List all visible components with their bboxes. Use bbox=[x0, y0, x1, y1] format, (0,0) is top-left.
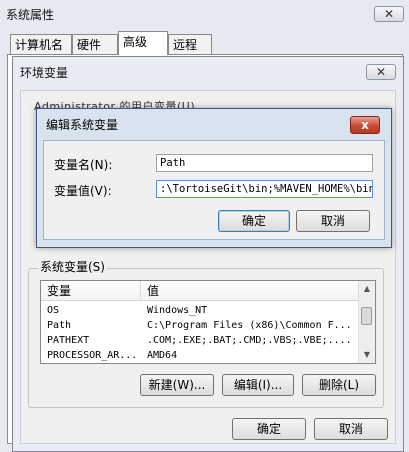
window-title: 系统属性 bbox=[6, 8, 55, 22]
env-cancel-button[interactable]: 取消 bbox=[314, 418, 388, 440]
edit-cancel-button[interactable]: 取消 bbox=[296, 210, 370, 232]
edit-button[interactable]: 编辑(I)... bbox=[222, 374, 294, 396]
new-button[interactable]: 新建(W)... bbox=[140, 374, 214, 396]
column-header-variable[interactable]: 变量 bbox=[41, 281, 141, 301]
env-ok-button[interactable]: 确定 bbox=[232, 418, 306, 440]
system-variables-label: 系统变量(S) bbox=[38, 258, 107, 275]
scroll-up-icon[interactable]: ▲ bbox=[359, 281, 375, 297]
variable-name-input[interactable]: Path bbox=[156, 154, 373, 172]
row-value: Windows_NT bbox=[147, 305, 208, 316]
table-row[interactable]: PROCESSOR_AR... AMD64 bbox=[41, 348, 361, 363]
env-close-icon[interactable]: ✕ bbox=[366, 64, 396, 80]
edit-close-icon[interactable]: x bbox=[350, 116, 380, 134]
variable-name-label: 变量名(N): bbox=[54, 158, 113, 172]
table-row[interactable]: PATHEXT .COM;.EXE;.BAT;.CMD;.VBS;.VBE;..… bbox=[41, 333, 361, 348]
system-variables-table[interactable]: 变量 值 OS Windows_NT Path C:\Program Files… bbox=[40, 280, 376, 364]
tab-advanced[interactable]: 高级 bbox=[118, 31, 168, 55]
vertical-scrollbar[interactable]: ▲ ▼ bbox=[358, 281, 375, 363]
table-row[interactable]: Path C:\Program Files (x86)\Common F... bbox=[41, 318, 361, 333]
row-value: C:\Program Files (x86)\Common F... bbox=[147, 320, 352, 331]
edit-dialog-title: 编辑系统变量 bbox=[46, 118, 119, 132]
row-variable: PATHEXT bbox=[47, 335, 90, 346]
column-header-value[interactable]: 值 bbox=[141, 281, 361, 301]
row-variable: OS bbox=[47, 305, 60, 316]
variable-value-input[interactable]: :\TortoiseGit\bin;%MAVEN_HOME%\bin; bbox=[156, 180, 373, 198]
row-variable: PROCESSOR_AR... bbox=[47, 350, 137, 361]
tab-remote[interactable]: 远程 bbox=[168, 34, 212, 54]
scroll-thumb[interactable] bbox=[361, 307, 372, 325]
row-variable: Path bbox=[47, 320, 72, 331]
delete-button[interactable]: 删除(L) bbox=[302, 374, 376, 396]
row-value: .COM;.EXE;.BAT;.CMD;.VBS;.VBE;.... bbox=[147, 335, 352, 346]
table-row[interactable]: OS Windows_NT bbox=[41, 303, 361, 318]
tab-hardware[interactable]: 硬件 bbox=[72, 34, 118, 54]
close-icon[interactable]: ✕ bbox=[374, 6, 404, 22]
scroll-down-icon[interactable]: ▼ bbox=[359, 347, 375, 363]
tab-computer-name[interactable]: 计算机名 bbox=[10, 34, 72, 54]
edit-ok-button[interactable]: 确定 bbox=[218, 210, 290, 232]
env-dialog-title: 环境变量 bbox=[20, 66, 69, 80]
row-value: AMD64 bbox=[147, 350, 178, 361]
variable-value-label: 变量值(V): bbox=[54, 184, 112, 198]
